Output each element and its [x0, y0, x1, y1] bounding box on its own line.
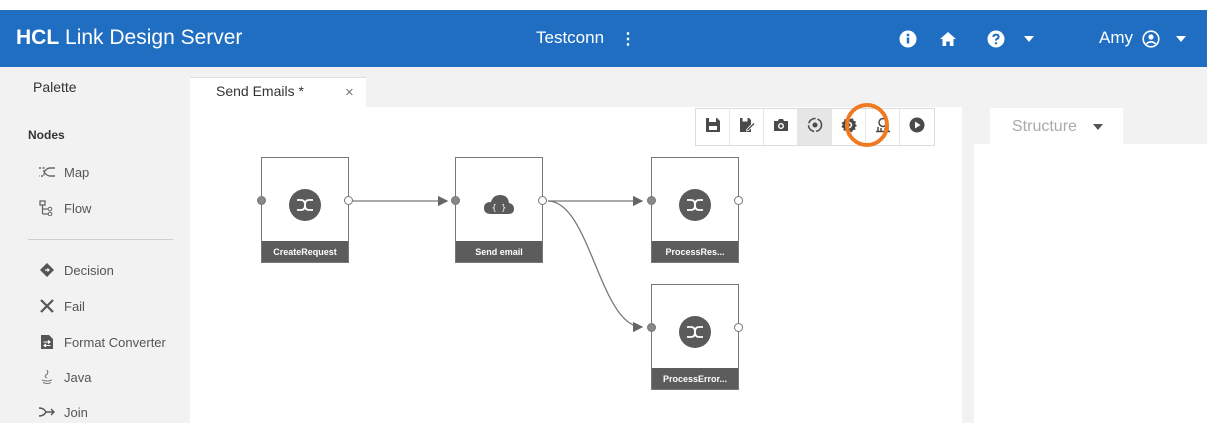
- snapshot-button[interactable]: [764, 109, 798, 145]
- app-name: Link Design Server: [65, 26, 243, 49]
- input-port[interactable]: [451, 196, 460, 205]
- project-menu-icon[interactable]: ⋮: [620, 29, 636, 49]
- save-as-icon: [739, 117, 756, 138]
- flow-node-createrequest[interactable]: CreateRequest: [257, 157, 353, 263]
- structure-label: Structure: [1012, 118, 1077, 135]
- chevron-down-icon: [1093, 124, 1103, 130]
- palette-item-label: Format Converter: [64, 334, 166, 350]
- editor-tabbar: Send Emails * ×: [190, 67, 1207, 107]
- map-node-icon: [679, 316, 711, 348]
- palette-item-fail[interactable]: Fail: [38, 295, 85, 317]
- run-icon: [909, 117, 925, 138]
- input-port[interactable]: [647, 196, 656, 205]
- format-converter-icon: [38, 333, 56, 351]
- input-port[interactable]: [257, 196, 266, 205]
- info-icon[interactable]: [897, 28, 919, 50]
- palette-item-map[interactable]: Map: [38, 161, 89, 183]
- java-icon: [38, 368, 56, 386]
- output-port[interactable]: [538, 196, 547, 205]
- palette-item-java[interactable]: Java: [38, 366, 91, 388]
- tab-send-emails[interactable]: Send Emails * ×: [190, 77, 366, 107]
- join-icon: [38, 403, 56, 421]
- decision-icon: [38, 261, 56, 279]
- map-node-icon: [679, 189, 711, 221]
- flow-node-processerror[interactable]: ProcessError...: [647, 284, 743, 390]
- view-button[interactable]: [798, 109, 832, 145]
- node-label: ProcessRes...: [652, 241, 738, 262]
- output-port[interactable]: [734, 196, 743, 205]
- user-avatar-icon[interactable]: [1140, 28, 1162, 50]
- output-port[interactable]: [344, 196, 353, 205]
- flow-node-processres[interactable]: ProcessRes...: [647, 157, 743, 263]
- project-name[interactable]: Testconn: [536, 28, 604, 48]
- palette-item-flow[interactable]: Flow: [38, 197, 91, 219]
- node-label: CreateRequest: [262, 241, 348, 262]
- node-label: Send email: [456, 241, 542, 262]
- input-port[interactable]: [647, 323, 656, 332]
- palette-item-label: Decision: [64, 262, 114, 278]
- run-button[interactable]: [900, 109, 934, 145]
- structure-dropdown[interactable]: Structure: [990, 108, 1123, 144]
- user-name[interactable]: Amy: [1099, 28, 1133, 48]
- palette-section-nodes: Nodes: [28, 128, 65, 142]
- app-brand: HCL: [16, 26, 60, 49]
- save-button[interactable]: [696, 109, 730, 145]
- user-dropdown-icon[interactable]: [1170, 28, 1192, 50]
- cloud-node-icon: { }: [483, 189, 515, 221]
- palette-item-label: Flow: [64, 200, 92, 216]
- palette-item-join[interactable]: Join: [38, 401, 88, 423]
- tab-label: Send Emails *: [216, 83, 304, 99]
- node-label: ProcessError...: [652, 368, 738, 389]
- view-icon: [807, 117, 823, 138]
- close-icon[interactable]: ×: [345, 84, 354, 101]
- structure-panel: [974, 107, 1207, 423]
- palette-item-label: Map: [64, 164, 90, 180]
- map-icon: [38, 163, 56, 181]
- home-icon[interactable]: [937, 28, 959, 50]
- palette-item-label: Join: [64, 404, 88, 420]
- canvas-toolbar: [695, 108, 935, 146]
- palette-item-label: Fail: [64, 298, 85, 314]
- fail-icon: [38, 297, 56, 315]
- output-port[interactable]: [734, 323, 743, 332]
- app-title[interactable]: HCL Link Design Server: [16, 26, 242, 50]
- svg-text:{ }: { }: [492, 203, 506, 212]
- map-node-icon: [289, 189, 321, 221]
- flow-node-send-email[interactable]: { } Send email: [451, 157, 547, 263]
- flow-icon: [38, 199, 56, 217]
- palette-item-label: Java: [64, 369, 92, 385]
- save-as-button[interactable]: [730, 109, 764, 145]
- palette-divider: [28, 239, 173, 240]
- palette-title: Palette: [33, 79, 77, 95]
- help-icon[interactable]: [985, 28, 1007, 50]
- app-header: HCL Link Design Server Testconn ⋮ Amy: [0, 10, 1207, 67]
- settings-highlight-ring: [845, 103, 889, 147]
- flow-canvas[interactable]: [190, 107, 962, 423]
- help-dropdown-icon[interactable]: [1018, 28, 1040, 50]
- camera-icon: [773, 118, 789, 137]
- palette-item-format-converter[interactable]: Format Converter: [38, 331, 166, 353]
- save-icon: [705, 117, 721, 138]
- canvas-splitter[interactable]: [962, 107, 974, 423]
- palette-panel: Palette Nodes Map Flow Decision Fail For…: [0, 67, 190, 423]
- palette-item-decision[interactable]: Decision: [38, 259, 114, 281]
